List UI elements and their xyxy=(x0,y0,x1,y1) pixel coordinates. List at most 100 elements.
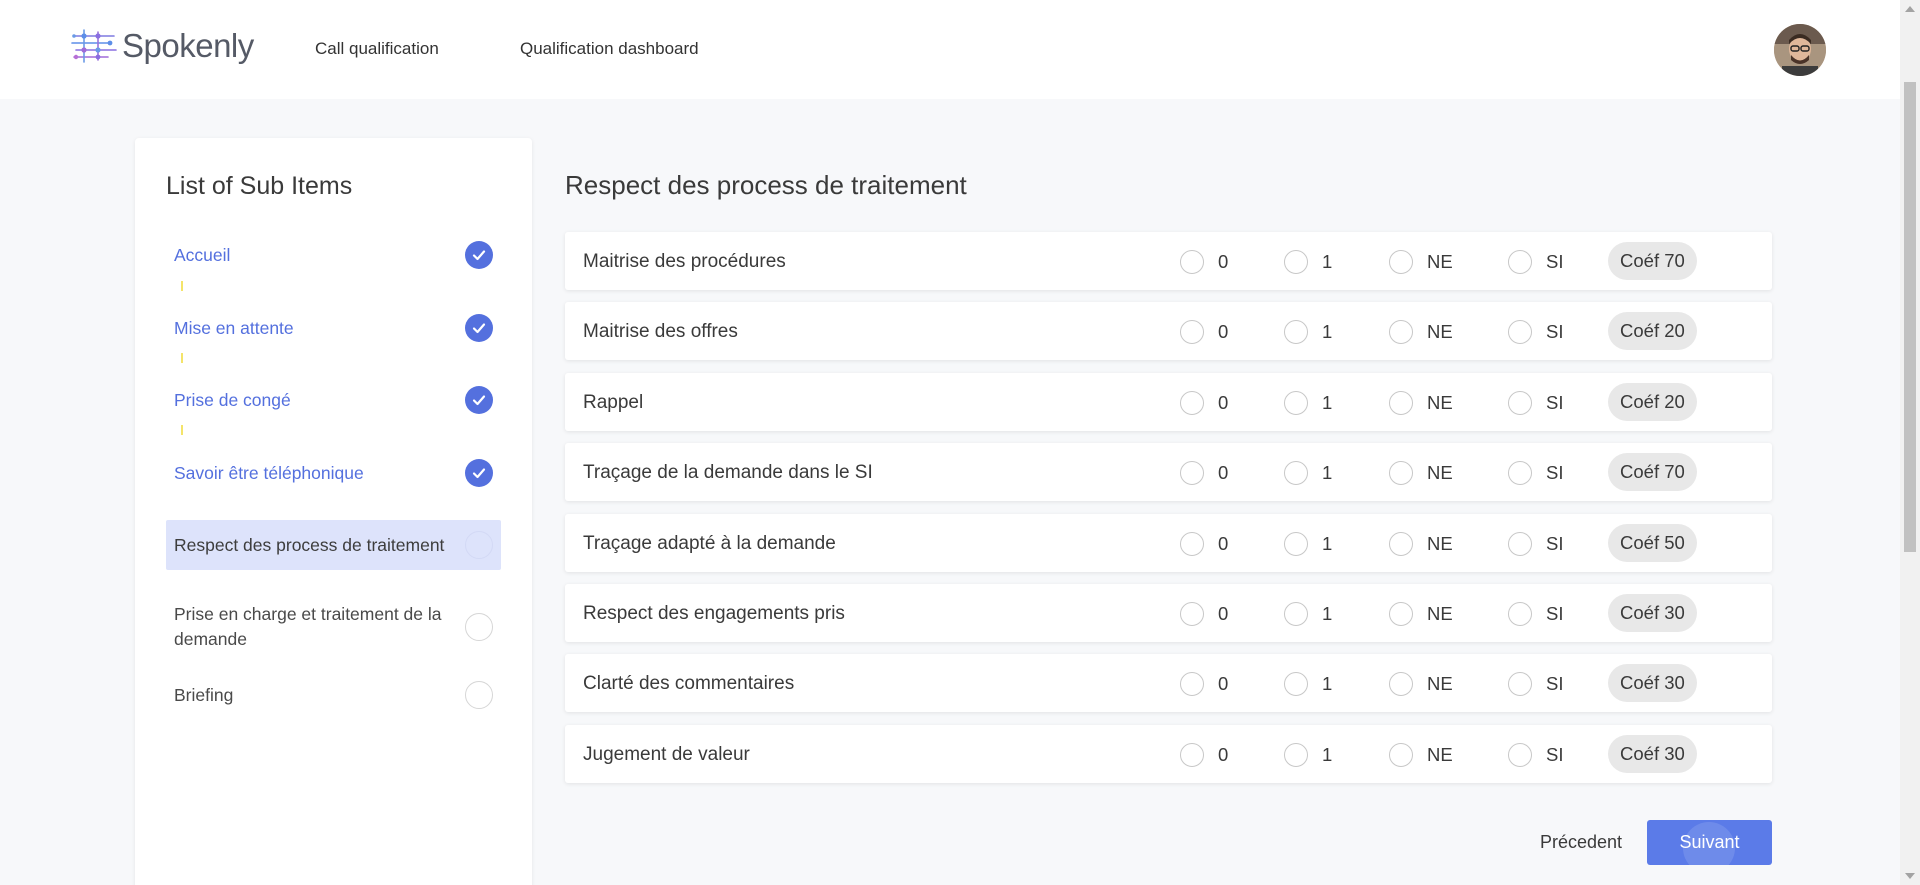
radio-circle-icon[interactable] xyxy=(1284,391,1308,415)
score-option-si[interactable]: SI xyxy=(1508,320,1563,344)
score-option-1[interactable]: 1 xyxy=(1284,532,1332,556)
user-avatar[interactable] xyxy=(1774,24,1826,76)
score-option-0[interactable]: 0 xyxy=(1180,532,1228,556)
radio-circle-icon[interactable] xyxy=(1508,461,1532,485)
sub-item-label: Briefing xyxy=(174,684,234,705)
radio-circle-icon[interactable] xyxy=(1389,743,1413,767)
score-option-ne[interactable]: NE xyxy=(1389,743,1453,767)
radio-circle-icon[interactable] xyxy=(1180,461,1204,485)
previous-button[interactable]: Précedent xyxy=(1540,832,1622,853)
score-option-0[interactable]: 0 xyxy=(1180,250,1228,274)
score-option-label: 1 xyxy=(1322,462,1333,483)
criterion-label: Rappel xyxy=(583,392,644,413)
score-option-ne[interactable]: NE xyxy=(1389,461,1453,485)
avatar-portrait-icon xyxy=(1774,24,1826,76)
radio-circle-icon[interactable] xyxy=(1508,602,1532,626)
radio-circle-icon[interactable] xyxy=(1508,743,1532,767)
radio-circle-icon[interactable] xyxy=(1508,532,1532,556)
score-option-label: 0 xyxy=(1218,744,1229,765)
radio-circle-icon[interactable] xyxy=(1284,250,1308,274)
score-option-label: 0 xyxy=(1218,251,1229,272)
radio-circle-icon[interactable] xyxy=(1180,672,1204,696)
score-option-label: NE xyxy=(1427,462,1453,483)
score-option-0[interactable]: 0 xyxy=(1180,391,1228,415)
score-option-1[interactable]: 1 xyxy=(1284,461,1332,485)
radio-circle-icon[interactable] xyxy=(1284,532,1308,556)
radio-circle-icon[interactable] xyxy=(1389,391,1413,415)
score-option-0[interactable]: 0 xyxy=(1180,320,1228,344)
radio-circle-icon[interactable] xyxy=(1180,391,1204,415)
next-button[interactable]: Suivant xyxy=(1647,820,1772,865)
scroll-down-arrow-icon[interactable] xyxy=(1905,873,1915,879)
score-option-1[interactable]: 1 xyxy=(1284,743,1332,767)
score-option-ne[interactable]: NE xyxy=(1389,391,1453,415)
sub-item-label: Prise en charge et traitement de la dema… xyxy=(174,604,442,649)
radio-circle-icon[interactable] xyxy=(1508,250,1532,274)
status-circle-icon xyxy=(465,613,493,641)
radio-circle-icon[interactable] xyxy=(1180,250,1204,274)
nav-qualification-dashboard[interactable]: Qualification dashboard xyxy=(520,39,699,59)
radio-circle-icon[interactable] xyxy=(1508,320,1532,344)
score-option-0[interactable]: 0 xyxy=(1180,602,1228,626)
score-option-0[interactable]: 0 xyxy=(1180,461,1228,485)
step-connector xyxy=(181,425,183,435)
sub-item-briefing[interactable]: Briefing xyxy=(166,680,501,710)
score-option-1[interactable]: 1 xyxy=(1284,672,1332,696)
score-option-label: 0 xyxy=(1218,603,1229,624)
page-scrollbar[interactable] xyxy=(1900,0,1920,885)
score-option-si[interactable]: SI xyxy=(1508,250,1563,274)
nav-call-qualification[interactable]: Call qualification xyxy=(315,39,439,59)
radio-circle-icon[interactable] xyxy=(1508,672,1532,696)
radio-circle-icon[interactable] xyxy=(1180,743,1204,767)
sub-item-savoir-etre-telephonique[interactable]: Savoir être téléphonique xyxy=(166,458,501,488)
radio-circle-icon[interactable] xyxy=(1284,672,1308,696)
score-option-si[interactable]: SI xyxy=(1508,602,1563,626)
score-option-ne[interactable]: NE xyxy=(1389,320,1453,344)
scroll-up-arrow-icon[interactable] xyxy=(1905,6,1915,12)
score-option-ne[interactable]: NE xyxy=(1389,250,1453,274)
score-option-1[interactable]: 1 xyxy=(1284,320,1332,344)
score-option-ne[interactable]: NE xyxy=(1389,672,1453,696)
radio-circle-icon[interactable] xyxy=(1180,602,1204,626)
logo-network-icon xyxy=(71,29,117,63)
radio-circle-icon[interactable] xyxy=(1389,250,1413,274)
criterion-label: Traçage de la demande dans le SI xyxy=(583,462,873,483)
score-option-label: 0 xyxy=(1218,392,1229,413)
status-circle-icon xyxy=(465,681,493,709)
radio-circle-icon[interactable] xyxy=(1389,532,1413,556)
score-option-ne[interactable]: NE xyxy=(1389,602,1453,626)
score-option-0[interactable]: 0 xyxy=(1180,672,1228,696)
radio-circle-icon[interactable] xyxy=(1389,461,1413,485)
score-option-1[interactable]: 1 xyxy=(1284,391,1332,415)
sub-item-mise-en-attente[interactable]: Mise en attente xyxy=(166,313,501,343)
radio-circle-icon[interactable] xyxy=(1284,602,1308,626)
brand-logo[interactable]: Spokenly xyxy=(70,26,254,66)
score-option-1[interactable]: 1 xyxy=(1284,250,1332,274)
radio-circle-icon[interactable] xyxy=(1389,602,1413,626)
radio-circle-icon[interactable] xyxy=(1508,391,1532,415)
score-option-si[interactable]: SI xyxy=(1508,672,1563,696)
sub-item-accueil[interactable]: Accueil xyxy=(166,240,501,270)
score-option-si[interactable]: SI xyxy=(1508,461,1563,485)
score-option-1[interactable]: 1 xyxy=(1284,602,1332,626)
sub-item-label: Prise de congé xyxy=(174,389,291,410)
score-option-si[interactable]: SI xyxy=(1508,743,1563,767)
score-option-si[interactable]: SI xyxy=(1508,391,1563,415)
sub-item-prise-en-charge[interactable]: Prise en charge et traitement de la dema… xyxy=(166,600,501,654)
score-option-0[interactable]: 0 xyxy=(1180,743,1228,767)
radio-circle-icon[interactable] xyxy=(1284,743,1308,767)
score-option-si[interactable]: SI xyxy=(1508,532,1563,556)
sub-item-respect-des-process[interactable]: Respect des process de traitement xyxy=(166,520,501,570)
scroll-thumb[interactable] xyxy=(1904,82,1916,552)
radio-circle-icon[interactable] xyxy=(1180,532,1204,556)
radio-circle-icon[interactable] xyxy=(1389,672,1413,696)
sub-item-prise-de-conge[interactable]: Prise de congé xyxy=(166,385,501,415)
coefficient-badge: Coéf 30 xyxy=(1608,735,1697,773)
radio-circle-icon[interactable] xyxy=(1284,320,1308,344)
radio-circle-icon[interactable] xyxy=(1389,320,1413,344)
radio-circle-icon[interactable] xyxy=(1284,461,1308,485)
criterion-label: Clarté des commentaires xyxy=(583,673,795,694)
score-option-ne[interactable]: NE xyxy=(1389,532,1453,556)
radio-circle-icon[interactable] xyxy=(1180,320,1204,344)
check-icon xyxy=(465,386,493,414)
